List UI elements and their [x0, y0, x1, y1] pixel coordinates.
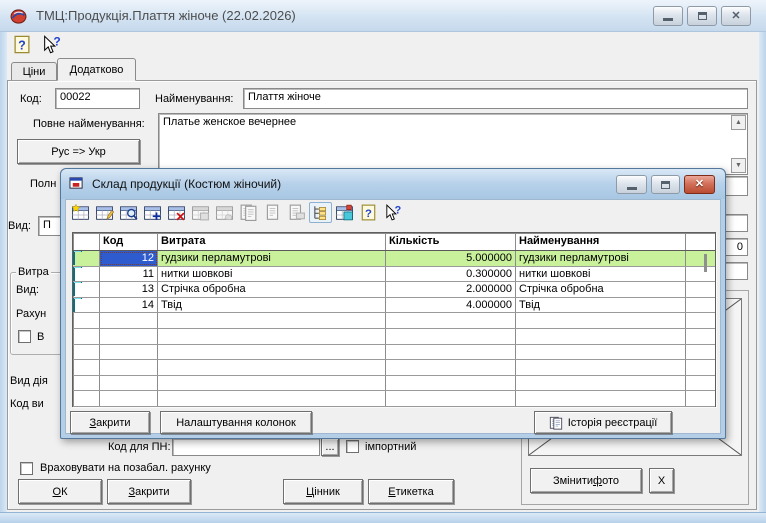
delete-record-icon[interactable]: [165, 202, 188, 223]
table-row[interactable]: 13 Стрічка обробна 2.000000 Стрічка обро…: [73, 282, 715, 298]
pn-code-label: Код для ПН:: [108, 441, 171, 453]
expense-kind-label: Вид:: [16, 284, 39, 296]
move-record-icon[interactable]: [213, 202, 236, 223]
add-record-icon[interactable]: [141, 202, 164, 223]
svg-text:?: ?: [395, 205, 402, 217]
context-help-icon[interactable]: ?: [40, 35, 62, 57]
window-frame-left: [0, 32, 7, 512]
full-name-label: Повне найменування:: [33, 118, 145, 130]
app-icon: [10, 8, 27, 27]
folder-icon: [73, 282, 75, 296]
account-label: Рахун: [16, 308, 46, 320]
table-row-empty[interactable]: [73, 313, 715, 329]
application: ТМЦ:Продукція.Плаття жіноче (22.02.2026)…: [0, 0, 766, 523]
table-header: Код Витрата Кількість Найменування: [73, 233, 715, 251]
export-icon[interactable]: [333, 202, 356, 223]
activity-kind-label: Вид дія: [10, 375, 48, 387]
history-pages-icon: [549, 416, 563, 430]
create-record-icon[interactable]: [69, 202, 92, 223]
price-tag-button[interactable]: Цінник: [283, 479, 363, 504]
help-book-icon[interactable]: ?: [12, 35, 32, 57]
pn-code-field[interactable]: [172, 438, 320, 456]
view-record-icon[interactable]: [117, 202, 140, 223]
pn-browse-button[interactable]: ...: [321, 438, 339, 456]
copy-buffer-icon[interactable]: [237, 202, 260, 223]
minimize-button[interactable]: [653, 6, 683, 26]
table-row-empty[interactable]: [73, 391, 715, 407]
col-name[interactable]: Найменування: [516, 233, 686, 250]
tree-view-icon[interactable]: [309, 202, 332, 223]
code-label: Код:: [20, 93, 42, 105]
table-row[interactable]: 12 гудзики перламутрові 5.000000 гудзики…: [73, 251, 715, 267]
copy-record-icon[interactable]: [189, 202, 212, 223]
dialog-close-button[interactable]: ✕: [684, 175, 715, 194]
window-frame-right: [759, 32, 766, 512]
svg-text:?: ?: [53, 35, 60, 49]
label-button[interactable]: Етикетка: [368, 479, 454, 504]
table-row-empty[interactable]: [73, 360, 715, 376]
tab-additional[interactable]: Додатково: [57, 58, 136, 81]
expense-checkbox[interactable]: [18, 330, 31, 343]
full-name-ru-label: Полн: [30, 178, 56, 190]
svg-text:?: ?: [365, 208, 372, 220]
maximize-button[interactable]: [687, 6, 717, 26]
import-checkbox-label: імпортний: [365, 441, 416, 453]
close-main-button[interactable]: Закрити: [107, 479, 191, 504]
col-expense[interactable]: Витрата: [158, 233, 386, 250]
composition-table: Код Витрата Кількість Найменування 12 гу…: [72, 232, 716, 407]
window-frame-bottom: [0, 512, 766, 523]
folder-icon: [73, 298, 75, 312]
import-checkbox[interactable]: [346, 440, 359, 453]
name-field[interactable]: Плаття жіноче: [243, 88, 748, 109]
table-row[interactable]: 11 нитки шовкові 0.300000 нитки шовкові: [73, 267, 715, 283]
registration-history-button[interactable]: Історія реєстрації: [534, 411, 672, 434]
offbalance-checkbox[interactable]: [20, 462, 33, 475]
table-row-empty[interactable]: [73, 329, 715, 345]
table-scrollbar[interactable]: [704, 254, 707, 272]
col-qty[interactable]: Кількість: [386, 233, 516, 250]
dialog-toolbar: ? ?: [69, 202, 404, 223]
table-row-empty[interactable]: [73, 345, 715, 361]
dialog-icon: [69, 176, 84, 193]
full-name-textarea[interactable]: Платье женское вечернее: [158, 113, 748, 175]
kind-code-label: Код ви: [10, 398, 44, 410]
column-settings-button[interactable]: Налаштування колонок: [160, 411, 312, 434]
expense-group-title: Витра: [16, 266, 51, 278]
folder-icon: [73, 267, 75, 281]
expense-checkbox-label: В: [37, 331, 44, 343]
col-code[interactable]: Код: [100, 233, 158, 250]
cell-code-selected[interactable]: 12: [100, 251, 158, 266]
tab-prices[interactable]: Ціни: [11, 62, 57, 81]
dialog-minimize-button[interactable]: [616, 175, 647, 194]
main-window-title: ТМЦ:Продукція.Плаття жіноче (22.02.2026): [36, 8, 296, 23]
paste-buffer-icon[interactable]: [261, 202, 284, 223]
dialog-titlebar: Склад продукції (Костюм жіночий) ✕: [61, 169, 725, 199]
table-row[interactable]: 14 Твід 4.000000 Твід: [73, 298, 715, 314]
dialog-title: Склад продукції (Костюм жіночий): [92, 177, 281, 191]
dialog-close-bottom-button[interactable]: Закрити: [70, 411, 150, 434]
table-row-empty[interactable]: [73, 376, 715, 392]
dialog-context-help-icon[interactable]: ?: [381, 202, 404, 223]
clear-photo-button[interactable]: X: [649, 468, 674, 493]
code-field[interactable]: 00022: [55, 88, 140, 109]
ok-button[interactable]: ОК: [18, 479, 102, 504]
svg-text:?: ?: [18, 39, 26, 53]
main-titlebar: ТМЦ:Продукція.Плаття жіноче (22.02.2026)…: [0, 0, 766, 32]
folder-icon: [73, 251, 75, 265]
report-icon[interactable]: [285, 202, 308, 223]
composition-dialog: Склад продукції (Костюм жіночий) ✕ ?: [60, 168, 726, 439]
dialog-help-icon[interactable]: ?: [357, 202, 380, 223]
scroll-up-icon[interactable]: ▲: [731, 115, 746, 130]
close-button[interactable]: ✕: [721, 6, 751, 26]
offbalance-checkbox-label: Враховувати на позабал. рахунку: [40, 462, 211, 474]
name-label: Найменування:: [155, 93, 233, 105]
rus-to-ukr-button[interactable]: Рус => Укр: [17, 139, 140, 164]
change-photo-button[interactable]: Змінити фото: [530, 468, 642, 493]
scroll-down-icon[interactable]: ▼: [731, 158, 746, 173]
edit-record-icon[interactable]: [93, 202, 116, 223]
dialog-client: ? ? Код Витрата Кількість Найменування 1…: [65, 199, 721, 434]
kind-label: Вид:: [8, 220, 31, 232]
dialog-restore-button[interactable]: [651, 175, 680, 194]
